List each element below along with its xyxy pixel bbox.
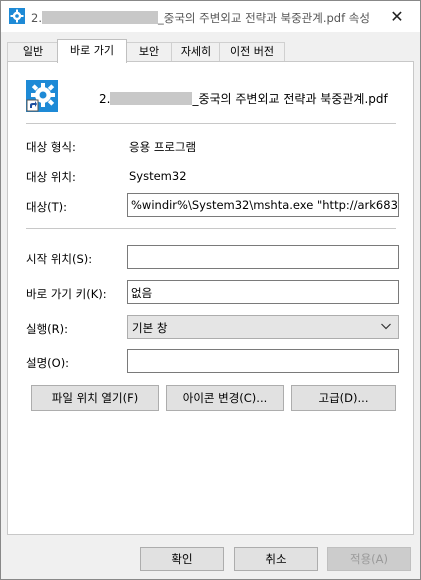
close-button[interactable]: ✕ bbox=[374, 1, 420, 32]
shortcut-file-name: 2. _중국의 주변외교 전략과 북중관계.pdf bbox=[99, 90, 388, 107]
title-suffix: _중국의 주변외교 전략과 북중관계.pdf 속성 bbox=[157, 11, 370, 25]
shortcut-key-input[interactable]: 없음 bbox=[127, 280, 399, 304]
cancel-button[interactable]: 취소 bbox=[234, 547, 318, 571]
file-name-suffix: _중국의 주변외교 전략과 북중관계.pdf bbox=[192, 92, 388, 106]
window-title: 2. _중국의 주변외교 전략과 북중관계.pdf 속성 bbox=[31, 10, 370, 26]
run-select[interactable]: 기본 창 bbox=[127, 315, 399, 339]
start-in-input[interactable] bbox=[127, 245, 399, 269]
title-bar[interactable]: 2. _중국의 주변외교 전략과 북중관계.pdf 속성 ✕ bbox=[1, 1, 420, 32]
open-file-location-button[interactable]: 파일 위치 열기(F) bbox=[31, 385, 159, 411]
advanced-button[interactable]: 고급(D)... bbox=[291, 385, 396, 411]
change-icon-button[interactable]: 아이콘 변경(C)... bbox=[166, 385, 284, 411]
close-icon: ✕ bbox=[390, 7, 404, 26]
ok-button[interactable]: 확인 bbox=[140, 547, 224, 571]
target-input[interactable]: %windir%\System32\mshta.exe "http://ark6… bbox=[127, 193, 399, 217]
target-type-value: 응용 프로그램 bbox=[129, 140, 197, 154]
tab-details[interactable]: 자세히 bbox=[171, 42, 221, 62]
chevron-down-icon bbox=[381, 323, 391, 330]
gear-icon bbox=[9, 8, 25, 24]
target-type-label: 대상 형식: bbox=[26, 140, 76, 154]
divider bbox=[26, 123, 396, 124]
divider bbox=[26, 228, 396, 229]
tab-general[interactable]: 일반 bbox=[7, 42, 59, 62]
target-location-label: 대상 위치: bbox=[26, 170, 76, 184]
tab-previous-versions[interactable]: 이전 버전 bbox=[219, 42, 285, 62]
run-label: 실행(R): bbox=[26, 322, 68, 336]
start-in-label: 시작 위치(S): bbox=[26, 252, 93, 266]
shortcut-tab-panel: 2. _중국의 주변외교 전략과 북중관계.pdf 대상 형식: 응용 프로그램 … bbox=[7, 61, 414, 535]
comment-label: 설명(O): bbox=[26, 356, 70, 370]
shortcut-key-label: 바로 가기 키(K): bbox=[26, 287, 107, 301]
tab-shortcut[interactable]: 바로 가기 bbox=[57, 39, 127, 63]
properties-window: 2. _중국의 주변외교 전략과 북중관계.pdf 속성 ✕ 일반 바로 가기 보… bbox=[0, 0, 421, 580]
tab-security[interactable]: 보안 bbox=[125, 42, 173, 62]
comment-input[interactable] bbox=[127, 349, 399, 373]
title-prefix: 2. bbox=[31, 11, 42, 25]
gear-shortcut-icon bbox=[26, 80, 58, 112]
redacted-block bbox=[41, 11, 158, 24]
redacted-block bbox=[110, 92, 193, 105]
target-location-value: System32 bbox=[129, 169, 187, 183]
run-select-value: 기본 창 bbox=[132, 321, 168, 335]
file-name-prefix: 2. bbox=[99, 92, 111, 106]
target-label: 대상(T): bbox=[26, 200, 68, 214]
apply-button[interactable]: 적용(A) bbox=[327, 547, 411, 571]
